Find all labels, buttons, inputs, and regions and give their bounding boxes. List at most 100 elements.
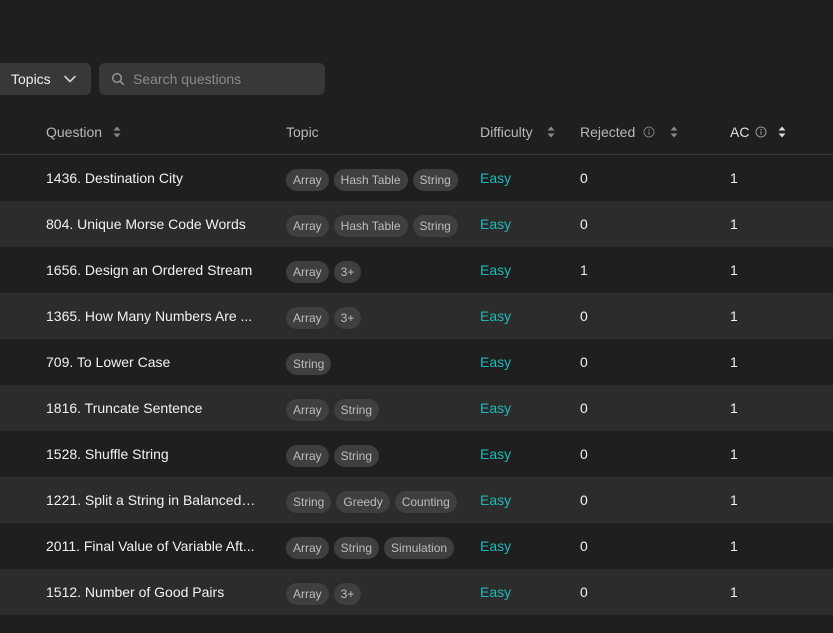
header-rejected-label: Rejected <box>580 124 636 140</box>
table-row[interactable]: 804. Unique Morse Code Words Array Hash Ta… <box>0 201 833 247</box>
info-icon[interactable] <box>755 126 767 138</box>
difficulty-value: Easy <box>480 538 512 554</box>
topic-tag[interactable]: Greedy <box>336 491 390 513</box>
topic-tag[interactable]: 3+ <box>333 261 362 283</box>
topic-tag[interactable]: Hash Table <box>333 169 408 191</box>
topic-cell: Array String Simulation <box>286 523 459 569</box>
ac-count: 1 <box>730 216 738 232</box>
sort-icon[interactable] <box>112 125 122 139</box>
rejected-count: 0 <box>580 216 588 232</box>
sort-icon[interactable] <box>669 125 679 139</box>
ac-count: 1 <box>730 170 738 186</box>
search-box[interactable] <box>99 63 325 95</box>
topics-dropdown-button[interactable]: Topics <box>0 63 91 95</box>
table-row[interactable]: 1365. How Many Numbers Are ... Array 3+ Eas… <box>0 293 833 339</box>
table-row[interactable]: 1436. Destination City Array Hash Table Str… <box>0 155 833 201</box>
topic-cell: Array String <box>286 385 384 431</box>
topic-tag[interactable]: String <box>333 399 380 421</box>
topic-tag[interactable]: String <box>286 353 332 375</box>
topic-tag[interactable]: Array <box>286 261 329 283</box>
question-cell: 1512. Number of Good Pairs <box>46 569 266 615</box>
topic-tag[interactable]: Array <box>286 399 329 421</box>
ac-count: 1 <box>730 492 738 508</box>
table-row[interactable]: 709. To Lower Case String Easy 0 1 <box>0 339 833 385</box>
topic-tag[interactable]: String <box>286 491 332 513</box>
question-cell: 1816. Truncate Sentence <box>46 385 266 431</box>
topic-tag[interactable]: Array <box>286 169 329 191</box>
difficulty-value: Easy <box>480 446 512 462</box>
ac-count: 1 <box>730 400 738 416</box>
rejected-count: 0 <box>580 492 588 508</box>
ac-count: 1 <box>730 538 738 554</box>
header-difficulty[interactable]: Difficulty <box>480 110 556 154</box>
question-cell: 2011. Final Value of Variable Aft... <box>46 523 266 569</box>
search-icon <box>111 72 125 86</box>
difficulty-value: Easy <box>480 400 512 416</box>
topic-tag[interactable]: Array <box>286 307 329 329</box>
header-difficulty-label: Difficulty <box>480 124 533 140</box>
topic-tag[interactable]: Array <box>286 583 329 605</box>
question-title-link[interactable]: 1816. Truncate Sentence <box>46 400 202 416</box>
difficulty-value: Easy <box>480 216 512 232</box>
chevron-down-icon <box>63 72 77 86</box>
table-row[interactable]: 1816. Truncate Sentence Array String Easy 0 1 <box>0 385 833 431</box>
table-row[interactable]: 1221. Split a String in Balanced ... Stri… <box>0 477 833 523</box>
topic-tag[interactable]: Counting <box>394 491 457 513</box>
question-cell: 1365. How Many Numbers Are ... <box>46 293 266 339</box>
topic-tag[interactable]: Array <box>286 537 329 559</box>
topic-tag[interactable]: Simulation <box>384 537 455 559</box>
topic-tag[interactable]: String <box>333 445 380 467</box>
question-title-link[interactable]: 1528. Shuffle String <box>46 446 169 462</box>
difficulty-value: Easy <box>480 262 512 278</box>
difficulty-value: Easy <box>480 354 512 370</box>
sort-icon[interactable] <box>546 125 556 139</box>
topic-tag[interactable]: Array <box>286 445 329 467</box>
table-row[interactable]: 1512. Number of Good Pairs Array 3+ Easy 0 1 <box>0 569 833 615</box>
table-row[interactable]: 1656. Design an Ordered Stream Array 3+ Eas… <box>0 247 833 293</box>
rejected-count: 0 <box>580 584 588 600</box>
topic-cell: Array Hash Table String <box>286 155 463 201</box>
topic-cell: Array String <box>286 431 384 477</box>
topic-tag[interactable]: 3+ <box>333 583 362 605</box>
question-title-link[interactable]: 1656. Design an Ordered Stream <box>46 262 252 278</box>
topic-tag[interactable]: String <box>412 215 458 237</box>
topic-cell: Array 3+ <box>286 247 366 293</box>
table-row[interactable]: 2011. Final Value of Variable Aft... Arra… <box>0 523 833 569</box>
difficulty-value: Easy <box>480 308 512 324</box>
info-icon[interactable] <box>643 126 655 138</box>
rejected-count: 1 <box>580 262 588 278</box>
ac-count: 1 <box>730 308 738 324</box>
topic-tag[interactable]: Array <box>286 215 329 237</box>
question-title-link[interactable]: 1436. Destination City <box>46 170 183 186</box>
sort-icon[interactable] <box>777 125 787 139</box>
question-title-link[interactable]: 1221. Split a String in Balanced ... <box>46 492 256 508</box>
header-ac[interactable]: AC <box>730 110 787 154</box>
question-title-link[interactable]: 804. Unique Morse Code Words <box>46 216 246 232</box>
rejected-count: 0 <box>580 170 588 186</box>
topic-tag[interactable]: String <box>333 537 380 559</box>
search-input[interactable] <box>133 71 313 87</box>
header-rejected[interactable]: Rejected <box>580 110 679 154</box>
topic-cell: Array Hash Table String <box>286 201 463 247</box>
topic-tag[interactable]: String <box>412 169 458 191</box>
question-cell: 1436. Destination City <box>46 155 266 201</box>
header-ac-label: AC <box>730 124 750 140</box>
question-title-link[interactable]: 2011. Final Value of Variable Aft... <box>46 538 255 554</box>
question-cell: 804. Unique Morse Code Words <box>46 201 266 247</box>
header-topic-label: Topic <box>286 124 319 140</box>
table-header: Question Topic Difficulty Rejected AC <box>0 110 833 155</box>
table-body: 1436. Destination City Array Hash Table Str… <box>0 155 833 615</box>
topics-label: Topics <box>11 71 51 87</box>
ac-count: 1 <box>730 446 738 462</box>
topic-cell: String <box>286 339 336 385</box>
filter-toolbar: Topics <box>0 63 325 95</box>
topic-tag[interactable]: Hash Table <box>333 215 408 237</box>
header-question[interactable]: Question <box>46 110 122 154</box>
question-title-link[interactable]: 1512. Number of Good Pairs <box>46 584 224 600</box>
topic-cell: Array 3+ <box>286 293 366 339</box>
table-row[interactable]: 1528. Shuffle String Array String Easy 0 1 <box>0 431 833 477</box>
rejected-count: 0 <box>580 354 588 370</box>
question-title-link[interactable]: 709. To Lower Case <box>46 354 170 370</box>
topic-tag[interactable]: 3+ <box>333 307 362 329</box>
question-title-link[interactable]: 1365. How Many Numbers Are ... <box>46 308 252 324</box>
